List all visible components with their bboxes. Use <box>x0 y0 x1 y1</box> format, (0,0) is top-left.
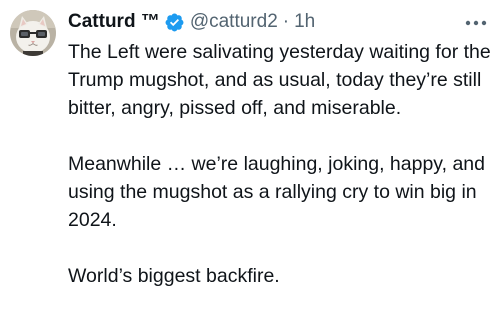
verified-badge-icon <box>164 12 185 33</box>
more-options-icon[interactable] <box>462 12 490 34</box>
display-name[interactable]: Catturd ™ <box>68 7 160 37</box>
avatar[interactable] <box>10 10 56 56</box>
handle[interactable]: @catturd2 <box>190 7 278 37</box>
separator-dot: · <box>282 11 290 32</box>
tweet-header: Catturd ™ @catturd2 · 1h <box>68 7 488 37</box>
timestamp[interactable]: 1h <box>294 7 315 37</box>
tweet[interactable]: Catturd ™ @catturd2 · 1h The Left were s… <box>0 0 500 327</box>
tweet-paragraph: The Left were salivating yesterday waiti… <box>68 41 491 119</box>
tweet-paragraph: Meanwhile … we’re laughing, joking, happ… <box>68 153 485 231</box>
tweet-text: The Left were salivating yesterday waiti… <box>68 38 493 290</box>
tweet-paragraph: World’s biggest backfire. <box>68 265 280 287</box>
cat-with-glasses-avatar-icon <box>10 10 56 56</box>
